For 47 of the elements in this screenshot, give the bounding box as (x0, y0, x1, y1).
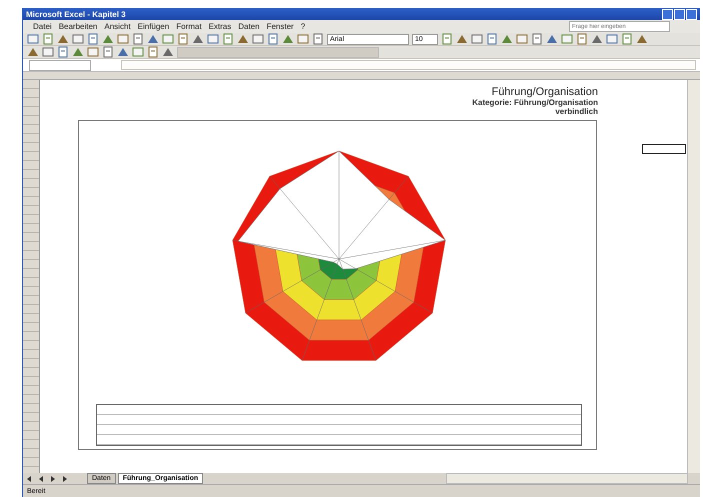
menu-item[interactable]: Format (176, 22, 202, 31)
tool-icon[interactable] (531, 33, 543, 45)
menu-item[interactable]: Fenster (266, 22, 294, 31)
tool-icon[interactable] (621, 33, 633, 45)
close-button[interactable] (686, 8, 697, 20)
tool-icon[interactable] (42, 33, 54, 45)
menu-item[interactable]: Ansicht (104, 22, 131, 31)
tool-icon[interactable] (561, 33, 573, 45)
tool-icon[interactable] (27, 33, 39, 45)
tool-icon[interactable] (132, 33, 144, 45)
tool-icon[interactable] (471, 33, 483, 45)
menu-item[interactable]: ? (300, 22, 306, 31)
tool-icon[interactable] (132, 46, 144, 58)
minimize-button[interactable] (662, 8, 673, 20)
tool-icon[interactable] (516, 33, 528, 45)
menu-item[interactable]: Daten (238, 22, 260, 31)
category-label: Kategorie: Führung/Organisation (472, 98, 598, 107)
tool-icon[interactable] (252, 33, 264, 45)
menu-item[interactable]: Extras (208, 22, 232, 31)
name-box[interactable] (29, 60, 91, 70)
tool-icon[interactable] (87, 46, 99, 58)
tool-icon[interactable] (57, 46, 69, 58)
tool-icon[interactable] (297, 33, 309, 45)
tool-icon[interactable] (72, 33, 84, 45)
selected-cell[interactable] (642, 144, 686, 154)
tool-icon[interactable] (102, 46, 114, 58)
tool-icon[interactable] (147, 46, 159, 58)
tool-icon[interactable] (486, 33, 498, 45)
tool-icon[interactable] (312, 33, 324, 45)
tool-icon[interactable] (576, 33, 588, 45)
tool-icon[interactable] (207, 33, 219, 45)
tool-icon[interactable] (87, 33, 99, 45)
menu-item[interactable]: Bearbeiten (58, 22, 98, 31)
window-title: Microsoft Excel - Kapitel 3 (26, 10, 126, 18)
maximize-button[interactable] (674, 8, 685, 20)
tool-icon[interactable] (117, 33, 129, 45)
tool-icon[interactable] (606, 33, 618, 45)
tool-icon[interactable] (222, 33, 234, 45)
menu-item[interactable]: Einfügen (138, 22, 170, 31)
tool-icon[interactable] (162, 33, 174, 45)
tool-icon[interactable] (42, 46, 54, 58)
tool-icon[interactable] (441, 33, 453, 45)
tool-icon[interactable] (267, 33, 279, 45)
menu-item[interactable]: Datei (33, 22, 52, 31)
sheet-heading: Führung/Organisation (492, 86, 598, 98)
tool-icon[interactable] (177, 33, 189, 45)
note-label: verbindlich (555, 107, 598, 116)
